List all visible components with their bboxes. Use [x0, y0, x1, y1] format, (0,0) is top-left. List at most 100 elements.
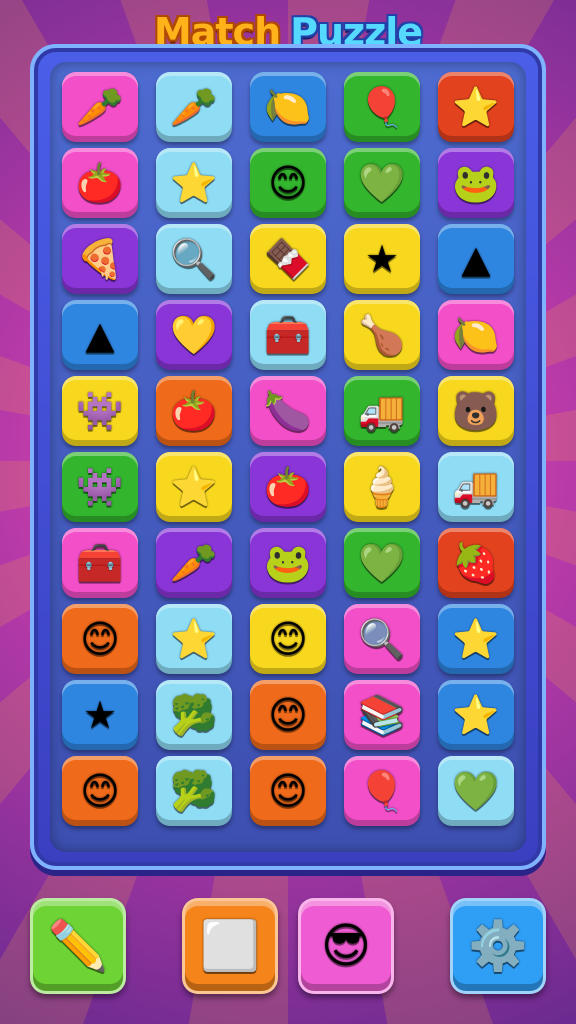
game-tile[interactable]: 😊 [250, 148, 326, 218]
game-tile[interactable]: ⭐ [438, 680, 514, 750]
game-tile[interactable]: 🥦 [156, 680, 232, 750]
heart-icon: 💚 [452, 769, 500, 813]
magnifier-icon: 🔍 [170, 237, 218, 281]
lemon-icon: 🍋 [452, 313, 500, 357]
bear-face-icon: 🐻 [452, 389, 500, 433]
game-tile[interactable]: 🐻 [438, 376, 514, 446]
game-tile[interactable]: ⭐ [438, 604, 514, 674]
game-tile[interactable]: 🍋 [438, 300, 514, 370]
game-tile[interactable]: 🍗 [344, 300, 420, 370]
game-tile[interactable]: 👾 [62, 452, 138, 522]
lemon-icon: 🍋 [264, 85, 312, 129]
pencil-button[interactable]: ✏️ [30, 898, 126, 994]
character-button[interactable]: 😎 [298, 898, 394, 994]
star-icon: ⭐ [452, 693, 500, 737]
game-tile[interactable]: 💚 [344, 148, 420, 218]
star-icon: ★ [364, 237, 400, 281]
game-tile[interactable]: 🥕 [156, 72, 232, 142]
game-tile[interactable]: 🍅 [250, 452, 326, 522]
heart-icon: 💚 [358, 161, 406, 205]
smiley-face-icon: 😊 [268, 693, 308, 737]
game-tile[interactable]: 🍆 [250, 376, 326, 446]
smiley-face-icon: 😊 [80, 769, 120, 813]
smiley-face-icon: 😊 [268, 617, 308, 661]
truck-icon: 🚚 [452, 465, 500, 509]
game-tile[interactable]: 🔍 [344, 604, 420, 674]
game-tile[interactable]: 💚 [438, 756, 514, 826]
game-tile[interactable]: ▲ [438, 224, 514, 294]
game-tile[interactable]: 😊 [62, 604, 138, 674]
game-tile[interactable]: 💛 [156, 300, 232, 370]
magnifier-icon: 🔍 [358, 617, 406, 661]
game-tile[interactable]: ★ [344, 224, 420, 294]
star-icon: ⭐ [170, 465, 218, 509]
pencil-icon: ✏️ [48, 918, 108, 974]
tomato-icon: 🍅 [170, 389, 218, 433]
tomato-icon: 🍅 [264, 465, 312, 509]
game-tile[interactable]: 🍦 [344, 452, 420, 522]
game-tile[interactable]: 💚 [344, 528, 420, 598]
star-icon: ⭐ [452, 617, 500, 661]
game-tile[interactable]: ▲ [62, 300, 138, 370]
game-tile[interactable]: 🚚 [344, 376, 420, 446]
game-tile[interactable]: 🍅 [156, 376, 232, 446]
game-tile[interactable]: 🎈 [344, 72, 420, 142]
strawberry-icon: 🍓 [452, 541, 500, 585]
star-icon: ⭐ [170, 161, 218, 205]
smiley-face-icon: 😊 [268, 769, 308, 813]
broccoli-icon: 🥦 [170, 769, 218, 813]
game-tile[interactable]: ⭐ [156, 452, 232, 522]
chocolate-bar-icon: 🍫 [264, 237, 312, 281]
game-tile[interactable]: 🐸 [438, 148, 514, 218]
game-tile[interactable]: 😊 [250, 756, 326, 826]
game-tile[interactable]: 🍅 [62, 148, 138, 218]
game-tile[interactable]: ⭐ [156, 148, 232, 218]
game-tile[interactable]: 🍫 [250, 224, 326, 294]
game-tile[interactable]: 🍓 [438, 528, 514, 598]
eggplant-icon: 🍆 [264, 389, 312, 433]
star-icon: ⭐ [170, 617, 218, 661]
game-tile[interactable]: 🍋 [250, 72, 326, 142]
carrot-icon: 🥕 [170, 85, 218, 129]
frog-icon: 🐸 [452, 161, 500, 205]
smiley-face-icon: 😊 [80, 617, 120, 661]
gear-icon: ⚙️ [468, 918, 528, 974]
game-tile[interactable]: 🎈 [344, 756, 420, 826]
frog-icon: 🐸 [264, 541, 312, 585]
carrot-icon: 🥕 [76, 85, 124, 129]
game-tile[interactable]: 😊 [250, 604, 326, 674]
game-tile[interactable]: ⭐ [438, 72, 514, 142]
heart-icon: 💛 [170, 313, 218, 357]
game-tile[interactable]: 🚚 [438, 452, 514, 522]
game-tile[interactable]: 😊 [250, 680, 326, 750]
game-tile[interactable]: ⭐ [156, 604, 232, 674]
game-tile[interactable]: 🥕 [156, 528, 232, 598]
toolbar: ✏️ ⬜ 😎 ⚙️ [0, 892, 576, 1002]
cube-icon: ⬜ [200, 918, 260, 974]
toolbox-icon: 🧰 [76, 541, 124, 585]
game-tile[interactable]: 🔍 [156, 224, 232, 294]
balloon-icon: 🎈 [358, 85, 406, 129]
heart-icon: 💚 [358, 541, 406, 585]
game-tile[interactable]: 🥕 [62, 72, 138, 142]
pizza-icon: 🍕 [76, 237, 124, 281]
toolbox-icon: 🧰 [264, 313, 312, 357]
smiley-face-icon: 😊 [268, 161, 308, 205]
game-tile[interactable]: 🧰 [250, 300, 326, 370]
balloon-icon: 🎈 [358, 769, 406, 813]
game-tile[interactable]: 📚 [344, 680, 420, 750]
monster-face-icon: 👾 [76, 389, 124, 433]
game-tile[interactable]: 😊 [62, 756, 138, 826]
game-tile[interactable]: ★ [62, 680, 138, 750]
pyramid-icon: ▲ [85, 313, 115, 357]
truck-icon: 🚚 [358, 389, 406, 433]
block-button[interactable]: ⬜ [182, 898, 278, 994]
game-tile[interactable]: 🐸 [250, 528, 326, 598]
game-tile[interactable]: 🧰 [62, 528, 138, 598]
game-tile[interactable]: 🍕 [62, 224, 138, 294]
game-tile[interactable]: 🥦 [156, 756, 232, 826]
settings-button[interactable]: ⚙️ [450, 898, 546, 994]
pyramid-icon: ▲ [461, 237, 491, 281]
carrot-icon: 🥕 [170, 541, 218, 585]
game-tile[interactable]: 👾 [62, 376, 138, 446]
